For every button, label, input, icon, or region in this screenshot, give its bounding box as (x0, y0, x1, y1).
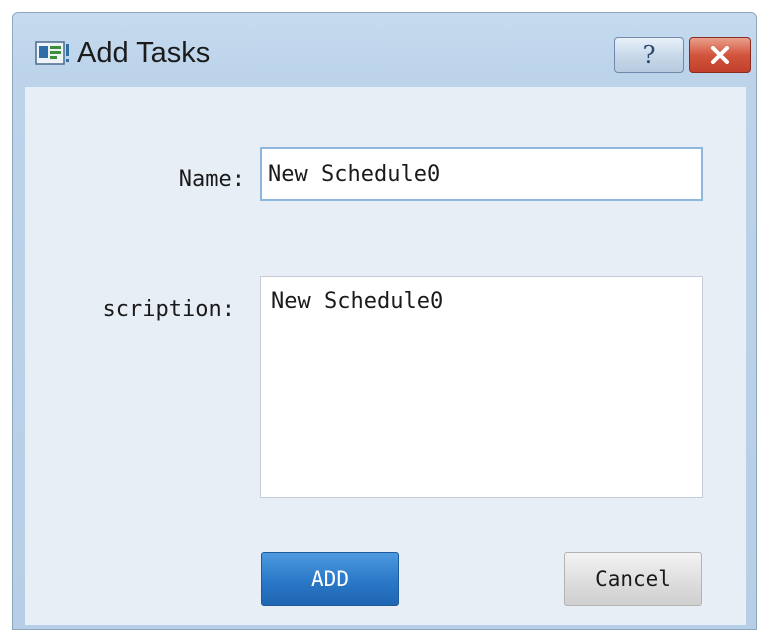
description-textarea[interactable]: New Schedule0 (260, 276, 703, 498)
dialog-body: Name: scription: New Schedule0 ADD Cance… (25, 87, 746, 625)
add-button[interactable]: ADD (261, 552, 399, 606)
app-window-icon (35, 41, 69, 65)
close-icon (711, 46, 729, 64)
help-icon: ? (642, 41, 656, 69)
help-button[interactable]: ? (614, 37, 684, 73)
name-label: Name: (178, 167, 245, 192)
cancel-button[interactable]: Cancel (564, 552, 702, 606)
cancel-button-label: Cancel (595, 567, 671, 591)
add-tasks-dialog: Add Tasks ? Name: scription: New Schedul… (12, 12, 757, 630)
title-bar[interactable]: Add Tasks ? (13, 13, 756, 85)
description-label: scription: (102, 297, 235, 322)
name-input[interactable] (260, 147, 703, 201)
dialog-title: Add Tasks (77, 37, 211, 69)
close-button[interactable] (689, 37, 751, 73)
add-button-label: ADD (311, 567, 349, 591)
